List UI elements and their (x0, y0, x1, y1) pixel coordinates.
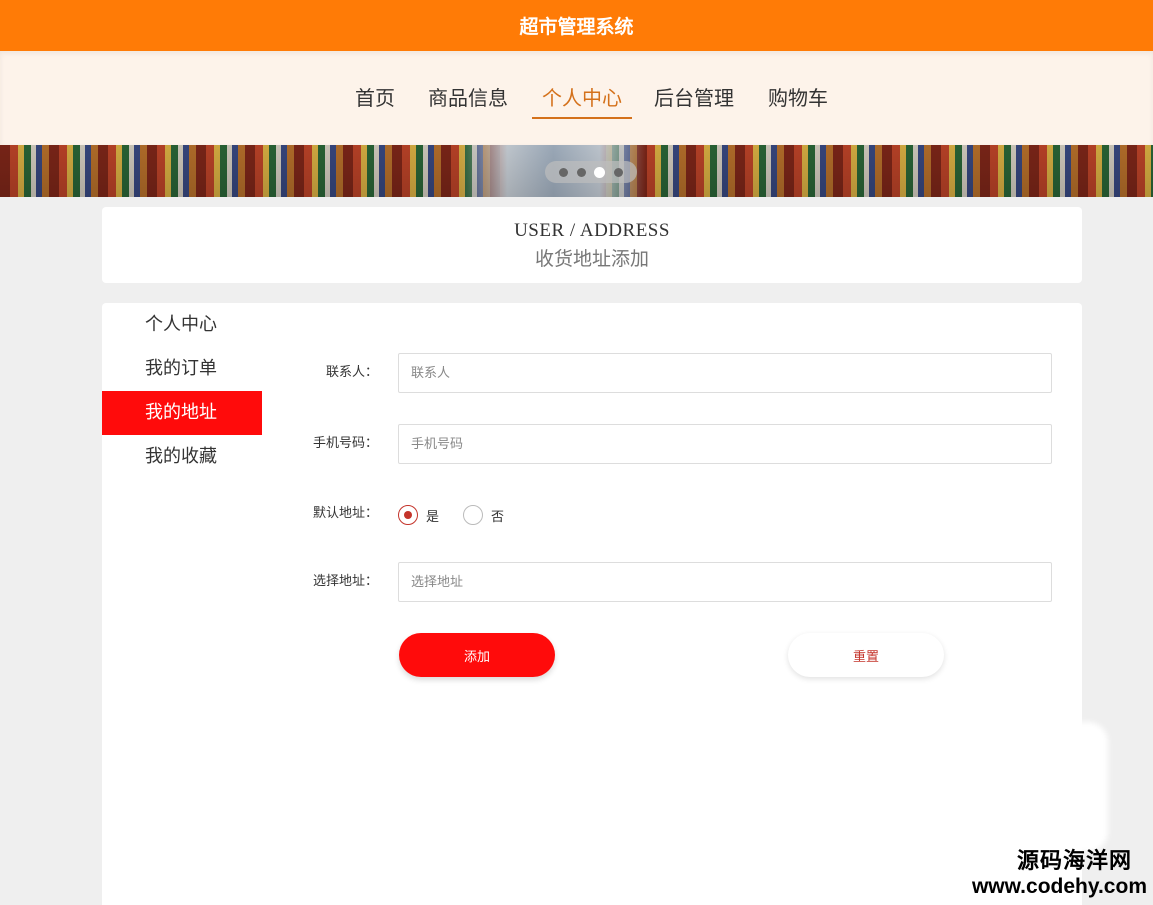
top-bar: 超市管理系统 (0, 0, 1153, 51)
watermark-backdrop (980, 722, 1108, 852)
default-address-label: 默认地址： (312, 506, 378, 521)
default-address-no[interactable]: 否 (463, 505, 504, 525)
app-title: 超市管理系统 (519, 16, 634, 38)
main-nav: 首页 商品信息 个人中心 后台管理 购物车 (0, 51, 1153, 145)
phone-input[interactable] (398, 424, 1052, 464)
contact-label: 联系人： (325, 365, 378, 380)
page-heading-card: USER / ADDRESS 收货地址添加 (102, 207, 1082, 283)
watermark-name: 源码海洋网 (1016, 848, 1132, 873)
nav-item-personal-center[interactable]: 个人中心 (532, 83, 632, 119)
carousel-dot-2[interactable] (576, 167, 586, 177)
radio-checked-icon[interactable] (398, 505, 418, 525)
default-address-yes[interactable]: 是 (398, 505, 439, 525)
nav-item-admin[interactable]: 后台管理 (654, 83, 734, 119)
carousel-dot-1[interactable] (559, 167, 569, 177)
nav-item-products[interactable]: 商品信息 (428, 83, 508, 119)
carousel-indicators (545, 161, 637, 183)
content-card: 个人中心 我的订单 我的地址 我的收藏 联系人： 手机号码： 默认地址： 是 否… (102, 303, 1082, 905)
watermark-url: www.codehy.com (971, 875, 1147, 898)
page-title: 收货地址添加 (534, 248, 649, 270)
nav-item-cart[interactable]: 购物车 (768, 83, 828, 119)
radio-label-no: 否 (491, 509, 505, 525)
sidebar-item-personal-center[interactable]: 个人中心 (102, 303, 262, 347)
site-watermark: 源码海洋网 www.codehy.com (972, 843, 1147, 899)
address-label: 选择地址： (312, 574, 378, 589)
add-button[interactable]: 添加 (399, 633, 555, 677)
carousel-dot-3[interactable] (594, 166, 606, 178)
phone-label: 手机号码： (312, 436, 378, 451)
nav-item-home[interactable]: 首页 (355, 83, 395, 119)
address-select-input[interactable] (398, 562, 1052, 602)
contact-input[interactable] (398, 353, 1052, 393)
default-address-radio-group: 是 否 (398, 503, 528, 527)
radio-unchecked-icon[interactable] (463, 505, 484, 525)
page-heading-en: USER / ADDRESS (514, 220, 670, 241)
radio-label-yes: 是 (426, 509, 440, 525)
reset-button[interactable]: 重置 (788, 633, 944, 677)
carousel-dot-4[interactable] (613, 167, 623, 177)
banner-carousel (0, 145, 1153, 197)
